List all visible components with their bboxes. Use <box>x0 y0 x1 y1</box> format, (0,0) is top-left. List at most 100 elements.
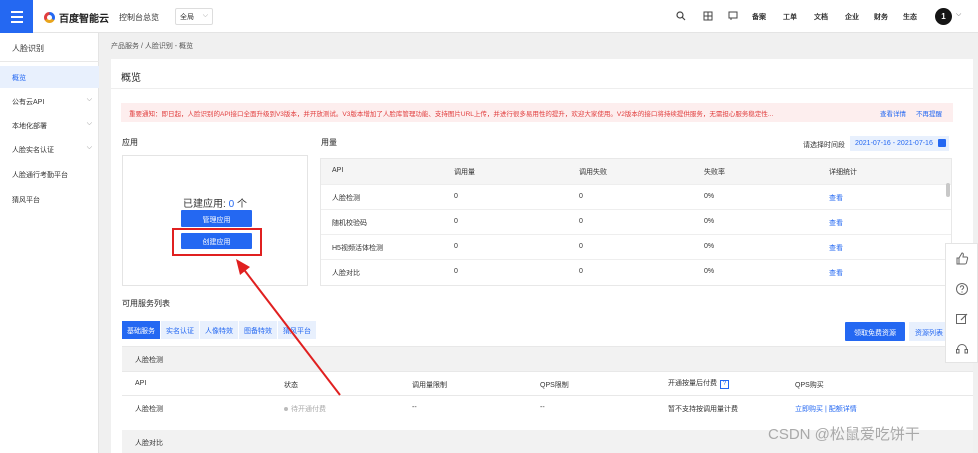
column-header: 开通按量后付费? <box>668 378 729 389</box>
failure-rate: 0% <box>704 243 715 250</box>
view-details-link[interactable]: 查看 <box>829 193 843 203</box>
manage-apps-button[interactable]: 管理应用 <box>181 210 252 227</box>
watermark: CSDN @松鼠爱吃饼干 <box>768 426 920 443</box>
qps-actions: 立即购买 | 配额详情 <box>795 404 857 414</box>
tab-identity[interactable]: 实名认证 <box>161 321 199 339</box>
thumbs-up-icon[interactable] <box>954 252 970 268</box>
services-heading: 可用服务列表 <box>122 299 170 308</box>
page-title: 概览 <box>121 73 141 84</box>
api-name: H5视频活体检测 <box>332 245 383 252</box>
search-icon[interactable] <box>676 11 686 21</box>
column-header: 详细统计 <box>829 169 857 176</box>
sidebar-item-label: 概览 <box>12 75 26 82</box>
sidebar-item-identity-auth[interactable]: 人脸实名认证 ⌵ <box>0 138 99 160</box>
app-count-label: 已建应用: <box>183 199 226 210</box>
chevron-down-icon: ⌵ <box>86 120 92 127</box>
sidebar: 人脸识别 概览 公有云API ⌵ 本地化部署 ⌵ 人脸实名认证 ⌵ 人脸通行考勤… <box>0 33 99 453</box>
buy-now-link[interactable]: 立即购买 <box>795 406 823 413</box>
column-header-label: 开通按量后付费 <box>668 380 717 387</box>
column-header: QPS限制 <box>540 382 569 389</box>
edit-icon[interactable] <box>954 312 970 328</box>
status-badge: 待开通付费 <box>284 404 326 414</box>
claim-free-resources-button[interactable]: 领取免费资源 <box>845 322 905 341</box>
message-icon[interactable] <box>728 11 738 21</box>
failure-rate: 0% <box>704 268 715 275</box>
sidebar-title: 人脸识别 <box>0 33 99 62</box>
nav-ticket[interactable]: 工单 <box>783 12 797 22</box>
column-header: 调用量 <box>454 169 475 176</box>
cloud-logo-icon <box>44 12 55 23</box>
sidebar-item-label: 本地化部署 <box>12 123 47 130</box>
failure-count: 0 <box>579 193 583 200</box>
region-select[interactable]: 全局 ⌵ <box>175 8 213 25</box>
console-overview-link[interactable]: 控制台总览 <box>119 12 159 23</box>
sidebar-item-attendance[interactable]: 人脸通行考勤平台 <box>0 163 99 185</box>
view-details-link[interactable]: 查看 <box>829 243 843 253</box>
help-icon[interactable] <box>954 282 970 298</box>
sidebar-item-label: 人脸实名认证 <box>12 147 54 154</box>
failure-rate: 0% <box>704 218 715 225</box>
quota-details-link[interactable]: 配额详情 <box>829 406 857 413</box>
status-text: 待开通付费 <box>291 406 326 413</box>
sidebar-item-local-deploy[interactable]: 本地化部署 ⌵ <box>0 114 99 136</box>
nav-finance[interactable]: 财务 <box>874 12 888 22</box>
call-count: 0 <box>454 268 458 275</box>
date-range-picker[interactable]: 2021-07-16 - 2021-07-16 <box>850 136 949 151</box>
notice-dismiss-link[interactable]: 不再提醒 <box>916 108 942 118</box>
column-header: 调用量限制 <box>412 382 447 389</box>
nav-enterprise[interactable]: 企业 <box>845 12 859 22</box>
app-count-unit: 个 <box>236 199 247 210</box>
date-range-label: 请选择时间段 <box>803 142 845 149</box>
column-header: 调用失败 <box>579 169 607 176</box>
app-count-value: 0 <box>228 199 235 210</box>
grid-icon[interactable] <box>703 11 713 21</box>
column-header: API <box>332 167 344 174</box>
call-count: 0 <box>454 193 458 200</box>
nav-ecosystem[interactable]: 生态 <box>903 12 917 22</box>
sidebar-item-risk-platform[interactable]: 猜风平台 <box>0 188 99 210</box>
calendar-icon <box>938 139 946 147</box>
failure-count: 0 <box>579 243 583 250</box>
link-separator: | <box>824 406 827 413</box>
table-row: 人脸对比 0 0 0% 查看 <box>321 259 951 284</box>
view-details-link[interactable]: 查看 <box>829 268 843 278</box>
avatar[interactable]: 1 <box>935 8 952 25</box>
call-count: 0 <box>454 218 458 225</box>
notice-text: 重要通知：即日起，人脸识别的API接口全面升级到V3版本，并开放测试。V3版本增… <box>129 111 774 118</box>
headset-icon[interactable] <box>954 342 970 358</box>
brand-name: 百度智能云 <box>59 14 109 25</box>
api-name: 人脸检测 <box>332 195 360 202</box>
annotation-highlight-box <box>172 228 262 256</box>
help-icon[interactable]: ? <box>720 380 729 389</box>
tab-basic[interactable]: 基础服务 <box>122 321 160 339</box>
status-dot-icon <box>284 407 288 412</box>
notice-details-link[interactable]: 查看详情 <box>880 108 906 118</box>
table-header: API 调用量 调用失败 失败率 详细统计 <box>321 159 951 184</box>
api-name: 人脸检测 <box>135 406 163 413</box>
divider <box>111 88 973 89</box>
brand-logo[interactable]: 百度智能云 <box>44 10 109 25</box>
sidebar-item-label: 人脸通行考勤平台 <box>12 172 68 179</box>
usage-heading: 用量 <box>321 138 337 147</box>
column-header: API <box>135 380 147 387</box>
usage-table: API 调用量 调用失败 失败率 详细统计 人脸检测 0 0 0% 查看 随机校… <box>320 158 952 286</box>
failure-count: 0 <box>579 218 583 225</box>
postpaid-info: 暂不支持按调用量计费 <box>668 406 738 413</box>
qps-limit: -- <box>540 404 545 411</box>
apps-heading: 应用 <box>122 138 138 147</box>
view-details-link[interactable]: 查看 <box>829 218 843 228</box>
scrollbar[interactable] <box>946 183 950 197</box>
chevron-down-icon[interactable]: ⌵ <box>956 11 961 19</box>
call-count: 0 <box>454 243 458 250</box>
sidebar-item-public-api[interactable]: 公有云API ⌵ <box>0 90 99 112</box>
sidebar-item-overview[interactable]: 概览 <box>0 66 99 88</box>
menu-icon[interactable] <box>0 0 33 33</box>
chevron-down-icon: ⌵ <box>202 12 208 19</box>
date-range-value: 2021-07-16 - 2021-07-16 <box>855 140 933 147</box>
nav-beian[interactable]: 备案 <box>752 12 766 22</box>
breadcrumb[interactable]: 产品服务 / 人脸识别 - 概览 <box>111 41 193 51</box>
api-name: 随机校验码 <box>332 220 367 227</box>
nav-docs[interactable]: 文档 <box>814 12 828 22</box>
table-row: 随机校验码 0 0 0% 查看 <box>321 209 951 234</box>
chevron-down-icon: ⌵ <box>86 144 92 151</box>
